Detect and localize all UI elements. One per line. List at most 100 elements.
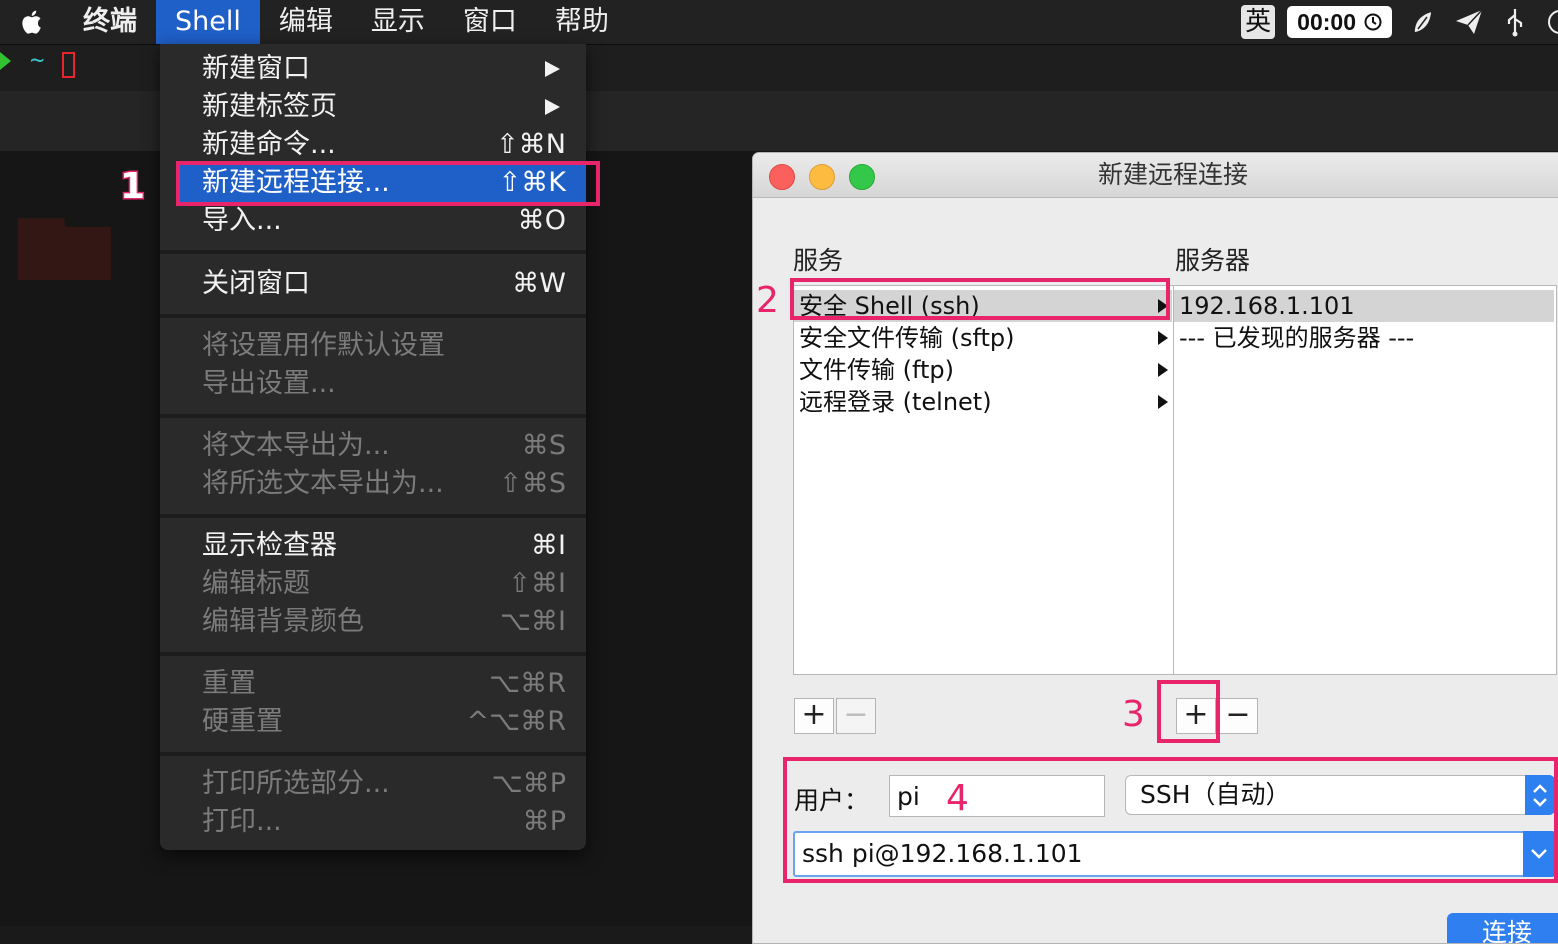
- menu-shortcut: ⌘P: [522, 806, 566, 837]
- services-header: 服务: [793, 246, 844, 275]
- service-label: 远程登录 (telnet): [799, 388, 992, 416]
- menu-separator: [160, 752, 586, 756]
- discovered-servers-header: --- 已发现的服务器 ---: [1174, 322, 1554, 354]
- timer-text: 00:00: [1297, 8, 1356, 35]
- timer-icon: [1364, 13, 1382, 31]
- terminal-cursor: [62, 52, 75, 78]
- add-service-button[interactable]: +: [794, 698, 834, 734]
- remove-server-button[interactable]: −: [1218, 698, 1258, 734]
- menu-edit[interactable]: 编辑: [260, 0, 352, 44]
- menu-shortcut: ⇧⌘S: [499, 468, 566, 499]
- menu-item-use-as-default[interactable]: 将设置用作默认设置: [160, 327, 586, 365]
- menu-item-import[interactable]: 导入... ⌘O: [160, 202, 586, 240]
- menu-item-edit-background-color[interactable]: 编辑背景颜色 ⌥⌘I: [160, 603, 586, 641]
- menu-window[interactable]: 窗口: [444, 0, 536, 44]
- menu-item-label: 显示检查器: [202, 530, 337, 561]
- leaf-icon[interactable]: [1408, 7, 1438, 37]
- menu-item-new-window[interactable]: 新建窗口: [160, 50, 586, 88]
- menu-item-label: 打印所选部分...: [202, 768, 390, 799]
- menu-separator: [160, 652, 586, 656]
- menu-help[interactable]: 帮助: [536, 0, 628, 44]
- overflow-icon[interactable]: [1546, 7, 1558, 37]
- menu-item-export-settings[interactable]: 导出设置...: [160, 365, 586, 403]
- server-label: 192.168.1.101: [1179, 292, 1355, 320]
- server-item[interactable]: 192.168.1.101: [1174, 290, 1554, 322]
- menu-bar: 终端 Shell 编辑 显示 窗口 帮助 英 00:00: [0, 0, 1558, 45]
- input-method-indicator[interactable]: 英: [1241, 5, 1276, 39]
- menu-shortcut: ⇧⌘I: [508, 568, 566, 599]
- annotation-number-2: 2: [756, 280, 779, 321]
- dialog-titlebar[interactable]: 新建远程连接: [753, 153, 1558, 198]
- connect-button[interactable]: 连接: [1447, 913, 1558, 943]
- menu-item-label: 新建窗口: [202, 53, 310, 84]
- server-label: --- 已发现的服务器 ---: [1179, 324, 1415, 352]
- background-content: ▇▆: [18, 210, 111, 280]
- menu-item-label: 编辑标题: [202, 568, 310, 599]
- annotation-box-1: [176, 161, 600, 206]
- menu-item-label: 导出设置...: [202, 368, 336, 399]
- menu-separator: [160, 314, 586, 318]
- menu-item-show-inspector[interactable]: 显示检查器 ⌘I: [160, 527, 586, 565]
- menu-item-export-selected-text[interactable]: 将所选文本导出为... ⇧⌘S: [160, 465, 586, 503]
- menu-separator: [160, 514, 586, 518]
- menu-item-export-text[interactable]: 将文本导出为... ⌘S: [160, 427, 586, 465]
- menu-shortcut: ⌘W: [512, 268, 566, 299]
- submenu-arrow-icon: [545, 61, 560, 77]
- menu-item-label: 关闭窗口: [202, 268, 310, 299]
- annotation-number-4: 4: [946, 778, 969, 819]
- menu-shortcut: ⌘I: [531, 530, 566, 561]
- menu-shell[interactable]: Shell: [156, 0, 260, 44]
- menu-item-print[interactable]: 打印... ⌘P: [160, 803, 586, 841]
- menu-item-hard-reset[interactable]: 硬重置 ^⌥⌘R: [160, 703, 586, 741]
- menu-item-label: 编辑背景颜色: [202, 606, 364, 637]
- annotation-number-1: 1: [118, 165, 146, 209]
- annotation-box-4: [783, 757, 1558, 883]
- menu-item-close-window[interactable]: 关闭窗口 ⌘W: [160, 265, 586, 303]
- menu-terminal[interactable]: 终端: [64, 0, 156, 44]
- service-item-sftp[interactable]: 安全文件传输 (sftp): [794, 322, 1172, 354]
- menu-view[interactable]: 显示: [352, 0, 444, 44]
- menu-item-new-command[interactable]: 新建命令... ⇧⌘N: [160, 126, 586, 164]
- prompt-path: ~: [30, 46, 45, 74]
- menu-separator: [160, 250, 586, 254]
- apple-icon[interactable]: [20, 9, 42, 35]
- menu-separator: [160, 414, 586, 418]
- menu-item-print-selection[interactable]: 打印所选部分... ⌥⌘P: [160, 765, 586, 803]
- service-label: 安全文件传输 (sftp): [799, 324, 1015, 352]
- menu-item-label: 新建标签页: [202, 91, 337, 122]
- service-label: 文件传输 (ftp): [799, 356, 955, 384]
- servers-header: 服务器: [1175, 246, 1251, 275]
- annotation-box-2: [790, 278, 1170, 320]
- remove-service-button[interactable]: −: [836, 698, 876, 734]
- menu-item-label: 将所选文本导出为...: [202, 468, 444, 499]
- dialog-title: 新建远程连接: [1097, 160, 1248, 189]
- prompt-arrow-icon: [0, 52, 11, 70]
- menu-shortcut: ^⌥⌘R: [466, 706, 567, 737]
- usb-icon[interactable]: [1500, 7, 1530, 37]
- menu-item-edit-title[interactable]: 编辑标题 ⇧⌘I: [160, 565, 586, 603]
- annotation-box-3: [1157, 680, 1220, 743]
- chevron-right-icon: [1158, 331, 1168, 345]
- menu-item-label: 将设置用作默认设置: [202, 330, 445, 361]
- menu-shortcut: ⌘S: [521, 430, 566, 461]
- menu-shortcut: ⌥⌘R: [489, 668, 566, 699]
- paper-plane-icon[interactable]: [1454, 7, 1484, 37]
- submenu-arrow-icon: [545, 99, 560, 115]
- menu-item-reset[interactable]: 重置 ⌥⌘R: [160, 665, 586, 703]
- menu-item-label: 新建命令...: [202, 129, 336, 160]
- servers-list[interactable]: 192.168.1.101 --- 已发现的服务器 ---: [1173, 285, 1557, 675]
- menu-item-label: 将文本导出为...: [202, 430, 390, 461]
- service-item-telnet[interactable]: 远程登录 (telnet): [794, 386, 1172, 418]
- menu-item-new-tab[interactable]: 新建标签页: [160, 88, 586, 126]
- menu-item-label: 重置: [202, 668, 256, 699]
- menu-shortcut: ⇧⌘N: [496, 129, 566, 160]
- menu-shortcut: ⌥⌘I: [499, 606, 566, 637]
- menu-item-label: 导入...: [202, 205, 282, 236]
- services-list[interactable]: 安全 Shell (ssh) 安全文件传输 (sftp) 文件传输 (ftp) …: [793, 285, 1175, 675]
- chevron-right-icon: [1158, 363, 1168, 377]
- status-area: 英 00:00: [1241, 0, 1558, 44]
- service-item-ftp[interactable]: 文件传输 (ftp): [794, 354, 1172, 386]
- menu-item-label: 打印...: [202, 806, 282, 837]
- menu-shortcut: ⌥⌘P: [491, 768, 566, 799]
- timer-widget[interactable]: 00:00: [1287, 6, 1392, 38]
